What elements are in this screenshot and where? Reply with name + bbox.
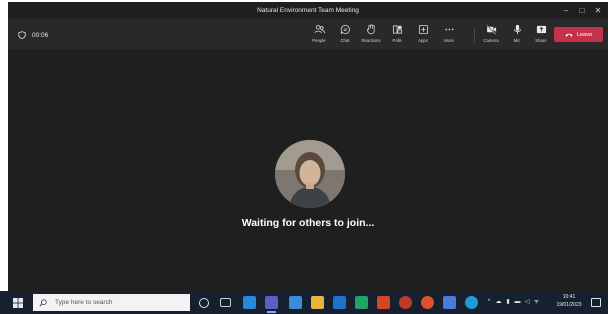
share-label: Share — [535, 38, 547, 43]
shield-icon — [18, 31, 26, 39]
excel-icon[interactable] — [355, 296, 368, 309]
people-icon — [314, 24, 325, 34]
camera-button[interactable]: Camera — [478, 24, 504, 46]
polls-label: Polls — [392, 38, 402, 43]
polls-button[interactable]: Polls — [384, 24, 410, 46]
title-bar: Natural Environment Team Meeting – □ ✕ — [8, 2, 608, 19]
camera-label: Camera — [483, 38, 499, 43]
window-title: Natural Environment Team Meeting — [257, 7, 359, 14]
windows-start-icon[interactable] — [13, 298, 23, 308]
polls-icon — [392, 25, 402, 34]
reactions-button[interactable]: Reactions — [358, 24, 384, 46]
teams-meeting-window: Natural Environment Team Meeting – □ ✕ 0… — [8, 2, 608, 291]
waiting-message: Waiting for others to join... — [241, 217, 375, 229]
avatar-photo — [275, 140, 345, 208]
notifications-icon[interactable] — [591, 298, 601, 307]
battery-icon[interactable]: ▬ — [513, 297, 522, 308]
leave-label: Leave — [576, 31, 593, 38]
windows-taskbar: Type here to search ^ ☁ ▮ ▬ ◁ ᯤ 10:41 19… — [0, 291, 608, 314]
teams-icon[interactable] — [265, 296, 278, 313]
chat-icon — [340, 24, 350, 35]
meeting-toolbar: 00:06 People Chat Reactions Polls Apps M… — [8, 19, 608, 49]
minimize-button[interactable]: – — [560, 5, 572, 16]
timer-text: 00:06 — [32, 31, 49, 39]
clock-time: 10:41 — [562, 294, 576, 300]
file-explorer-icon[interactable] — [311, 296, 324, 309]
share-icon — [536, 25, 546, 34]
outlook-icon[interactable] — [333, 296, 346, 309]
leave-button[interactable]: Leave — [554, 27, 603, 42]
close-button[interactable]: ✕ — [592, 5, 604, 16]
chrome-icon[interactable] — [421, 296, 434, 309]
camera-off-icon — [485, 24, 496, 35]
toolbar-divider — [474, 28, 475, 42]
mic-button[interactable]: Mic — [504, 24, 530, 46]
chat-label: Chat — [340, 38, 350, 43]
share-button[interactable]: Share — [528, 24, 554, 46]
more-button[interactable]: More — [436, 24, 462, 46]
mic-icon — [513, 24, 521, 35]
search-icon — [39, 298, 47, 306]
apps-button[interactable]: Apps — [410, 24, 436, 46]
edge-alt-icon[interactable] — [465, 296, 478, 309]
chat-button[interactable]: Chat — [332, 24, 358, 46]
meeting-timer: 00:06 — [18, 30, 48, 40]
app-icon-1[interactable] — [289, 296, 302, 309]
people-button[interactable]: People — [306, 24, 332, 46]
more-label: More — [444, 38, 454, 43]
people-label: People — [312, 38, 326, 43]
powerpoint-icon[interactable] — [377, 296, 390, 309]
apps-label: Apps — [418, 38, 428, 43]
onedrive-icon[interactable]: ☁ — [494, 297, 503, 308]
maximize-button[interactable]: □ — [576, 5, 588, 16]
task-view-icon[interactable] — [220, 298, 231, 307]
mic-label: Mic — [513, 38, 521, 43]
tray-device-icon[interactable]: ▮ — [504, 297, 512, 308]
phone-hangup-icon — [564, 33, 573, 37]
more-icon — [444, 28, 454, 31]
edge-icon[interactable] — [243, 296, 256, 309]
wifi-icon[interactable]: ᯤ — [532, 297, 541, 308]
volume-icon[interactable]: ◁ — [523, 297, 531, 308]
taskbar-search-box[interactable]: Type here to search — [33, 294, 190, 311]
cortana-icon[interactable] — [199, 298, 209, 308]
reactions-label: Reactions — [361, 38, 381, 43]
reactions-icon — [366, 24, 375, 35]
clock-date: 19/01/2023 — [556, 301, 582, 308]
show-hidden-icons-button[interactable]: ^ — [485, 297, 493, 308]
apps-icon — [418, 24, 428, 35]
taskbar-clock[interactable]: 10:41 19/01/2023 — [552, 294, 586, 309]
search-placeholder: Type here to search — [55, 299, 113, 306]
meeting-stage: Waiting for others to join... — [8, 49, 608, 291]
app-icon-2[interactable] — [399, 296, 412, 309]
app-icon-3[interactable] — [443, 296, 456, 309]
user-avatar — [275, 140, 345, 208]
